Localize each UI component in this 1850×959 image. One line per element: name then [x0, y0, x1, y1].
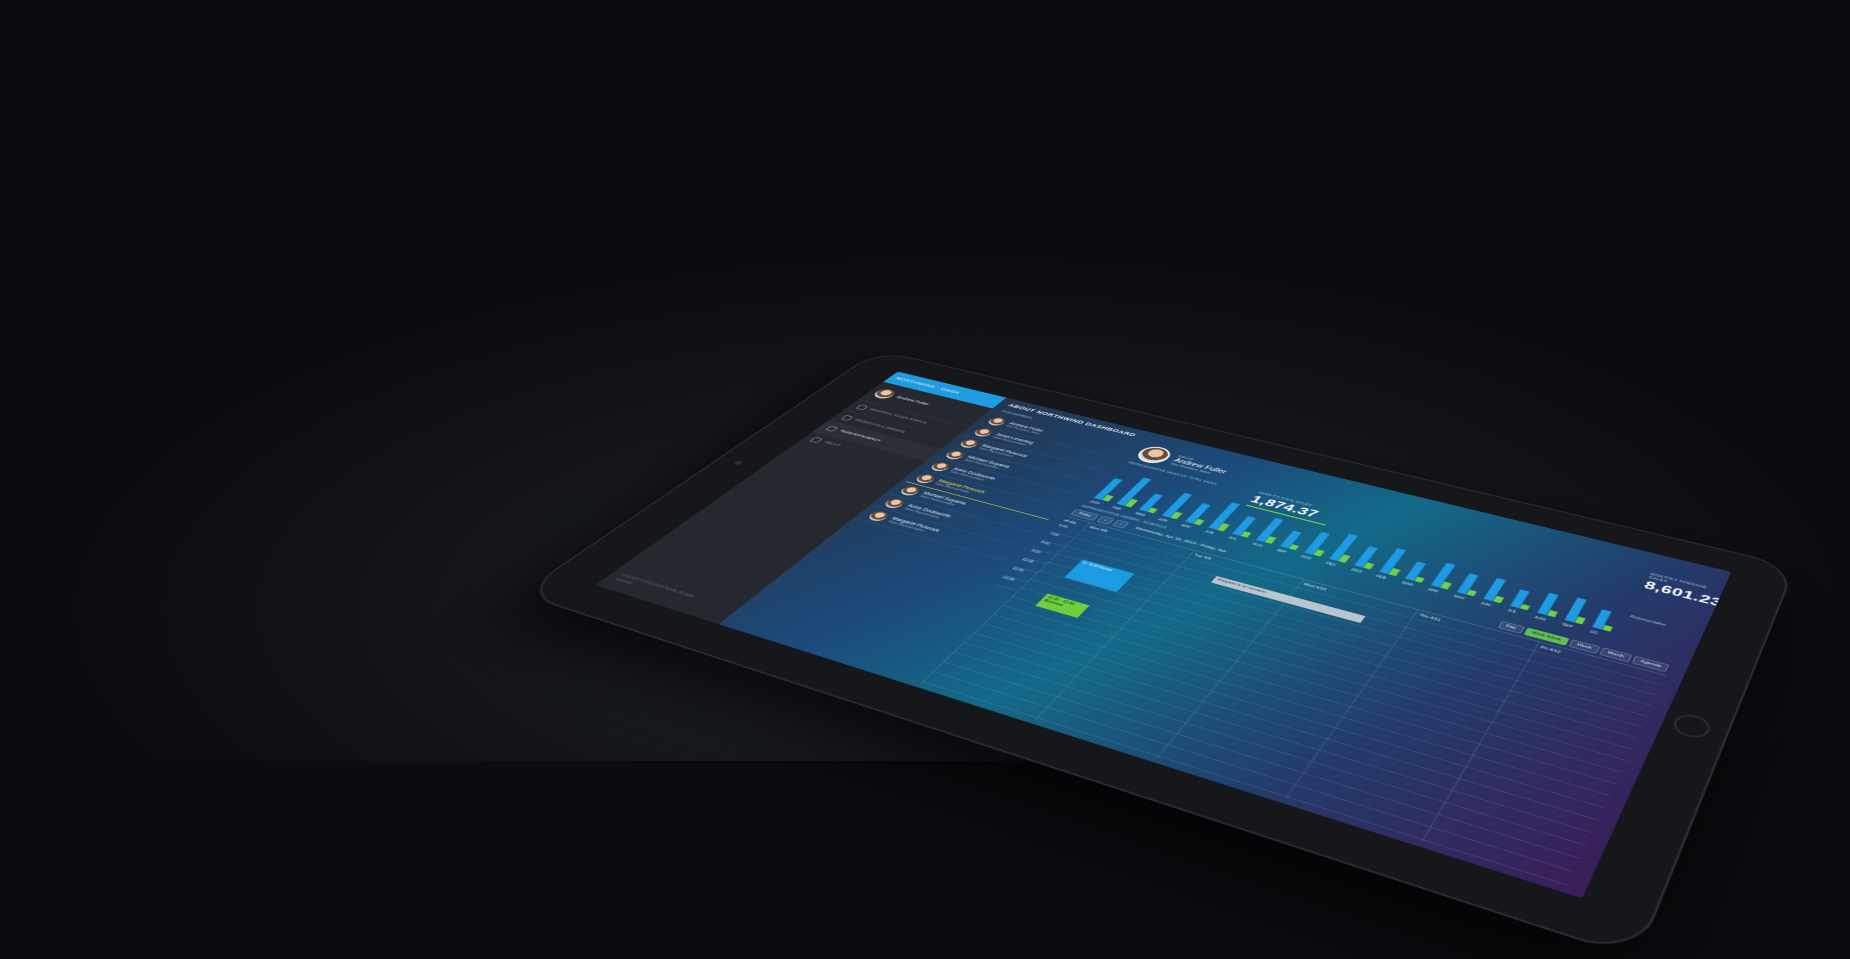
bar-total[interactable] [1280, 530, 1302, 549]
x-tick-label: MAY [1453, 594, 1466, 600]
avatar [985, 416, 1009, 427]
x-tick-label: MAY [1180, 524, 1192, 529]
x-tick-label: JUL [1227, 536, 1238, 541]
event-business[interactable]: 11:30 - 12:30 Business [1035, 593, 1090, 618]
x-tick-label: JUN [1480, 601, 1492, 607]
nav-icon [855, 404, 869, 411]
x-tick-label: 2014 [1089, 500, 1102, 505]
x-tick-label: SEP [1561, 622, 1574, 628]
bar-representative[interactable] [1602, 624, 1613, 632]
bar-total[interactable] [1456, 573, 1479, 595]
avatar [971, 427, 995, 438]
avatar [1132, 444, 1176, 466]
tablet-device: NORTHWIND · DASH Andrew Fuller REGIONAL … [518, 349, 1797, 959]
x-tick-label: NOV [1300, 555, 1313, 561]
monthly-sales-kpi: MONTHLY AVERAGE SALES 8,601.23 [1642, 573, 1727, 610]
bar-total[interactable] [1404, 561, 1427, 581]
sparkline-legend: Representative [1629, 614, 1667, 628]
x-tick-label: FEB [1375, 574, 1387, 580]
scheduler-grid: all day Mon 4/8 Tue 4/9 Wed 4/10 Thu 4/11 Fr… [896, 516, 1667, 888]
x-tick-label: SEP [1276, 548, 1288, 553]
x-tick-label: MAR [1401, 581, 1414, 587]
nav-icon [840, 415, 854, 421]
x-tick-label: DEC [1325, 561, 1337, 567]
x-tick-label: MAR [1134, 512, 1146, 517]
home-button[interactable] [1670, 711, 1714, 742]
nav-icon [825, 425, 839, 432]
screen: NORTHWIND · DASH Andrew Fuller REGIONAL … [595, 371, 1732, 899]
user-name: Andrew Fuller [895, 395, 931, 406]
event-scrum[interactable]: 9 - 9:30 Scrum [1064, 559, 1135, 592]
x-tick-label: AUG [1534, 615, 1547, 621]
x-tick-label: APR [1427, 587, 1439, 593]
prev-button[interactable]: ‹ [1096, 515, 1115, 525]
bar-representative[interactable] [1519, 604, 1531, 611]
x-tick-label: OC [1589, 629, 1599, 635]
x-tick-label: AUG [1251, 542, 1263, 548]
x-tick-label: 2015 [1350, 568, 1364, 574]
copyright-text: Copyright © 2013-2015 Telerik. All right… [613, 572, 696, 599]
nav-label: ABOUT [822, 440, 842, 448]
x-tick-label: JUL [1507, 608, 1519, 614]
x-tick-label: APR [1157, 517, 1169, 522]
camera-icon [732, 460, 744, 466]
next-button[interactable]: › [1111, 519, 1130, 529]
avatar [957, 438, 981, 450]
x-tick-label: FEB [1111, 506, 1122, 511]
avatar [943, 449, 967, 461]
x-tick-label: JUN [1204, 530, 1215, 535]
nav-icon [809, 436, 823, 443]
